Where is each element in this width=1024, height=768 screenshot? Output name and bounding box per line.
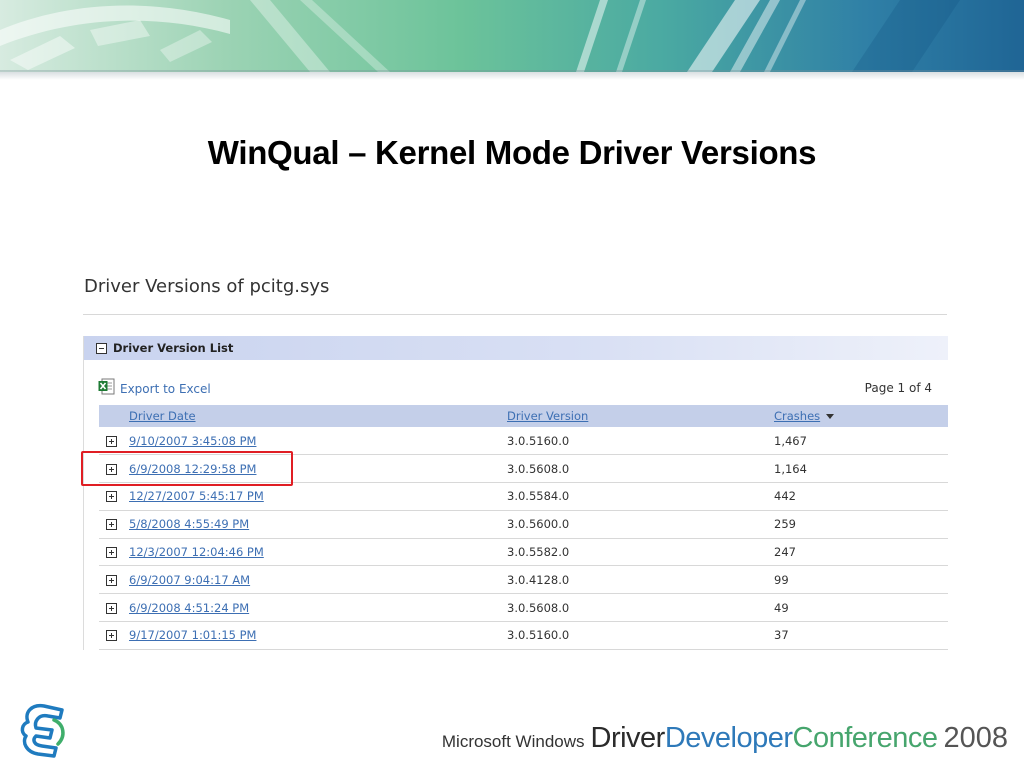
table-row: 12/3/2007 12:04:46 PM 3.0.5582.0 247 — [99, 538, 948, 566]
minus-box-icon[interactable] — [96, 342, 107, 354]
driver-date-link[interactable]: 5/8/2008 4:55:49 PM — [129, 517, 249, 531]
crashes-cell: 49 — [774, 600, 789, 615]
expand-column-header — [99, 405, 129, 427]
table-row: 9/10/2007 3:45:08 PM 3.0.5160.0 1,467 — [99, 427, 948, 455]
top-banner — [0, 0, 1024, 72]
table-row: 6/9/2008 12:29:58 PM 3.0.5608.0 1,164 — [99, 455, 948, 483]
footer-driver: Driver — [590, 722, 666, 754]
plus-box-icon[interactable] — [106, 602, 117, 614]
driver-date-link[interactable]: 9/17/2007 1:01:15 PM — [129, 628, 256, 642]
pager-text: Page 1 of 4 — [864, 381, 932, 395]
driver-version-cell: 3.0.5584.0 — [507, 489, 570, 504]
sort-descending-icon[interactable] — [826, 414, 835, 419]
driver-version-table: Driver Date Driver Version Crashes 9/10/… — [99, 405, 948, 650]
footer-conference-branding: Microsoft Windows DriverDeveloperConferen… — [442, 722, 1008, 755]
driver-date-link[interactable]: 6/9/2008 12:29:58 PM — [129, 462, 256, 476]
column-header-crashes[interactable]: Crashes — [774, 405, 948, 427]
driver-date-link[interactable]: 6/9/2008 4:51:24 PM — [129, 601, 249, 615]
sort-driver-date-link[interactable]: Driver Date — [129, 409, 196, 423]
driver-version-cell: 3.0.5160.0 — [507, 628, 570, 643]
table-row: 12/27/2007 5:45:17 PM 3.0.5584.0 442 — [99, 483, 948, 511]
plus-box-icon[interactable] — [106, 491, 117, 503]
driver-version-cell: 3.0.4128.0 — [507, 572, 570, 587]
driver-versions-screenshot: Driver Versions of pcitg.sys Driver Vers… — [83, 268, 948, 650]
column-header-driver-version[interactable]: Driver Version — [507, 405, 774, 427]
table-row: 6/9/2007 9:04:17 AM 3.0.4128.0 99 — [99, 566, 948, 594]
panel-toolbar: Export to Excel Page 1 of 4 — [98, 378, 934, 398]
footer-microsoft-windows: Microsoft Windows — [441, 732, 585, 751]
page-heading: Driver Versions of pcitg.sys — [84, 276, 330, 297]
table-row: 9/17/2007 1:01:15 PM 3.0.5160.0 37 — [99, 622, 948, 650]
driver-version-cell: 3.0.5160.0 — [507, 433, 570, 448]
footer-year: 2008 — [943, 722, 1008, 754]
crashes-cell: 1,467 — [774, 433, 807, 448]
table-row: 6/9/2008 4:51:24 PM 3.0.5608.0 49 — [99, 594, 948, 622]
crashes-cell: 259 — [774, 517, 796, 532]
plus-box-icon[interactable] — [106, 435, 117, 447]
driver-version-cell: 3.0.5608.0 — [507, 600, 570, 615]
ddc-logo-icon — [20, 703, 65, 758]
table-header-row: Driver Date Driver Version Crashes — [99, 405, 948, 427]
export-to-excel-link[interactable]: Export to Excel — [120, 382, 211, 396]
driver-date-link[interactable]: 9/10/2007 3:45:08 PM — [129, 434, 256, 448]
driver-version-cell: 3.0.5608.0 — [507, 461, 570, 476]
footer-developer: Developer — [664, 722, 793, 754]
crashes-cell: 1,164 — [774, 461, 807, 476]
plus-box-icon[interactable] — [106, 547, 117, 559]
table-row: 5/8/2008 4:55:49 PM 3.0.5600.0 259 — [99, 510, 948, 539]
crashes-cell: 99 — [774, 572, 789, 587]
driver-date-link[interactable]: 6/9/2007 9:04:17 AM — [129, 573, 250, 587]
footer-conference: Conference — [792, 722, 938, 754]
heading-divider — [83, 314, 947, 315]
banner-shadow — [0, 70, 1024, 80]
plus-box-icon[interactable] — [106, 630, 117, 642]
plus-box-icon[interactable] — [106, 574, 117, 586]
banner-decoration — [0, 0, 960, 72]
plus-box-icon[interactable] — [106, 463, 117, 475]
sort-crashes-link[interactable]: Crashes — [774, 409, 820, 423]
driver-version-cell: 3.0.5600.0 — [507, 517, 570, 532]
plus-box-icon[interactable] — [106, 519, 117, 531]
panel-title: Driver Version List — [113, 341, 234, 355]
driver-version-cell: 3.0.5582.0 — [507, 545, 570, 560]
driver-version-list-panel: Driver Version List Export to Excel Page… — [83, 336, 948, 650]
crashes-cell: 37 — [774, 628, 789, 643]
driver-date-link[interactable]: 12/3/2007 12:04:46 PM — [129, 545, 264, 559]
panel-header[interactable]: Driver Version List — [84, 336, 948, 360]
crashes-cell: 247 — [774, 545, 796, 560]
crashes-cell: 442 — [774, 489, 796, 504]
excel-icon[interactable] — [98, 378, 115, 395]
slide-title: WinQual – Kernel Mode Driver Versions — [207, 134, 817, 171]
sort-driver-version-link[interactable]: Driver Version — [507, 409, 588, 423]
driver-date-link[interactable]: 12/27/2007 5:45:17 PM — [129, 489, 264, 503]
column-header-driver-date[interactable]: Driver Date — [129, 405, 507, 427]
